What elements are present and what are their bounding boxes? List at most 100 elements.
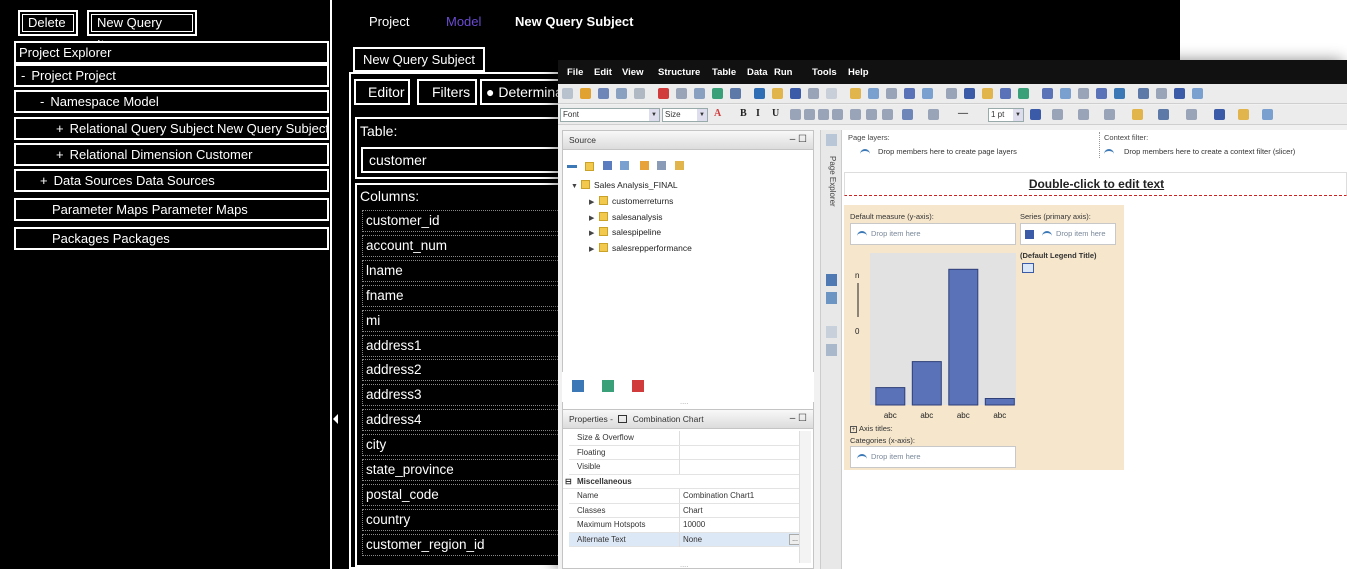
toolbar-icon[interactable] [1096, 88, 1107, 99]
toolbar-icon[interactable] [946, 88, 957, 99]
tree-item[interactable]: + Data Sources Data Sources [14, 169, 329, 192]
format-toolbar-icon[interactable] [1214, 109, 1225, 120]
collapse-arrow-icon[interactable] [333, 414, 338, 424]
toolbar-icon[interactable] [1114, 88, 1125, 99]
column-row[interactable]: address4 [362, 409, 562, 432]
property-row[interactable]: Visible [569, 460, 809, 475]
chart-bar[interactable] [984, 398, 1015, 406]
toolbar-icon[interactable] [1060, 88, 1071, 99]
menu-item[interactable]: Run [774, 67, 792, 78]
toolbar-icon[interactable] [790, 88, 801, 99]
toolbar-icon[interactable] [1018, 88, 1029, 99]
format-toolbar-icon[interactable]: I [756, 108, 767, 119]
toolbar-icon[interactable] [712, 88, 723, 99]
title-block[interactable]: Double-click to edit text [844, 172, 1347, 196]
report-title[interactable]: Double-click to edit text [845, 177, 1347, 191]
menu-item[interactable]: Help [848, 67, 869, 78]
format-toolbar-icon[interactable] [832, 109, 843, 120]
determinants-tab[interactable]: ● Determinar [480, 79, 570, 105]
toolbar-icon[interactable] [580, 88, 591, 99]
toolbar-icon[interactable] [772, 88, 783, 99]
insert-icon[interactable] [639, 161, 649, 170]
expand-icon[interactable]: + [40, 171, 48, 190]
collapse-icon[interactable]: - [40, 92, 44, 111]
view-icon[interactable] [602, 161, 612, 170]
delete-button[interactable]: Delete [18, 10, 78, 36]
combination-chart[interactable]: Default measure (y-axis): Drop item here… [844, 205, 1124, 470]
toolbar-icon[interactable] [634, 88, 645, 99]
format-toolbar-icon[interactable] [1078, 109, 1089, 120]
font-combo[interactable]: Font ▼ [560, 108, 660, 122]
editor-tab[interactable]: Editor [354, 79, 410, 105]
table-input[interactable]: customer [361, 147, 561, 173]
context-filter-drop-zone[interactable]: Drop members here to create a context fi… [1104, 147, 1295, 156]
categories-drop[interactable]: Drop item here [850, 446, 1016, 468]
chart-bar[interactable] [948, 268, 979, 406]
query-explorer-icon[interactable] [826, 274, 837, 286]
format-toolbar-icon[interactable] [928, 109, 939, 120]
toolbar-icon[interactable] [730, 88, 741, 99]
property-row[interactable]: Classes Chart [569, 503, 809, 518]
source-package-item[interactable]: ▶ salesrepperformance [589, 242, 692, 253]
toolbar-icon[interactable] [616, 88, 627, 99]
format-toolbar-icon[interactable] [818, 109, 829, 120]
menu-item[interactable]: Tools [812, 67, 837, 78]
property-row[interactable]: Maximum Hotspots 10000 [569, 518, 809, 533]
tree-item[interactable]: - Namespace Model [14, 90, 329, 113]
column-row[interactable]: mi [362, 309, 562, 332]
menu-item[interactable]: File [567, 67, 583, 78]
column-row[interactable]: customer_id [362, 210, 562, 232]
tree-icon[interactable] [620, 161, 630, 170]
expand-icon[interactable]: + [56, 119, 64, 138]
toolbar-icon[interactable] [1078, 88, 1089, 99]
column-row[interactable]: customer_region_id [362, 533, 562, 556]
property-row[interactable]: Size & Overflow [569, 431, 809, 446]
collapse-icon[interactable] [567, 165, 577, 168]
toolbar-icon[interactable] [1000, 88, 1011, 99]
source-package-item[interactable]: ▶ salespipeline [589, 227, 661, 237]
toolbar-icon[interactable] [826, 88, 837, 99]
project-link[interactable]: Project [369, 14, 409, 29]
refresh-icon[interactable] [657, 161, 667, 170]
menu-item[interactable]: Data [747, 67, 768, 78]
tree-item[interactable]: Packages Packages [14, 227, 329, 250]
source-root[interactable]: ▼ Sales Analysis_FINAL [571, 180, 678, 190]
column-row[interactable]: city [362, 434, 562, 457]
column-row[interactable]: lname [362, 259, 562, 282]
menu-item[interactable]: View [622, 67, 643, 78]
toolbar-icon[interactable] [982, 88, 993, 99]
toolbar-icon[interactable] [1174, 88, 1185, 99]
column-row[interactable]: address3 [362, 384, 562, 407]
collapse-icon[interactable]: - [21, 66, 25, 85]
format-toolbar-icon[interactable] [790, 109, 801, 120]
toolbar-icon[interactable] [598, 88, 609, 99]
format-toolbar-icon[interactable] [1104, 109, 1115, 120]
new-query-item-button[interactable]: New Query Item [87, 10, 197, 52]
page-explorer-tab[interactable]: Page Explorer [828, 156, 837, 207]
toolbar-icon[interactable] [850, 88, 861, 99]
model-link[interactable]: Model [446, 14, 481, 29]
toolbar-icon[interactable] [1138, 88, 1149, 99]
column-row[interactable]: state_province [362, 459, 562, 481]
property-row[interactable]: Name Combination Chart1 [569, 489, 809, 504]
format-toolbar-icon[interactable] [1186, 109, 1197, 120]
source-package-item[interactable]: ▶ salesanalysis [589, 211, 663, 222]
column-row[interactable]: account_num [362, 234, 562, 257]
format-toolbar-icon[interactable] [850, 109, 861, 120]
property-row[interactable]: Floating [569, 445, 809, 460]
source-package-item[interactable]: ▶ customerreturns [589, 196, 673, 206]
format-toolbar-icon[interactable] [1132, 109, 1143, 120]
format-toolbar-icon[interactable] [902, 109, 913, 120]
format-toolbar-icon[interactable] [804, 109, 815, 120]
toolbar-icon[interactable] [1192, 88, 1203, 99]
toolbox-tab-icon[interactable] [632, 380, 644, 392]
prompt-page-icon[interactable] [826, 344, 837, 356]
expand-icon[interactable]: + [56, 145, 64, 164]
format-toolbar-icon[interactable] [1158, 109, 1169, 120]
new-query-subject-tab[interactable]: New Query Subject [353, 47, 485, 72]
toolbar-icon[interactable] [754, 88, 765, 99]
page-icon[interactable] [826, 326, 837, 338]
properties-scrollbar[interactable] [799, 431, 811, 563]
format-toolbar-icon[interactable] [1238, 109, 1249, 120]
format-toolbar-icon[interactable]: — [958, 108, 969, 119]
